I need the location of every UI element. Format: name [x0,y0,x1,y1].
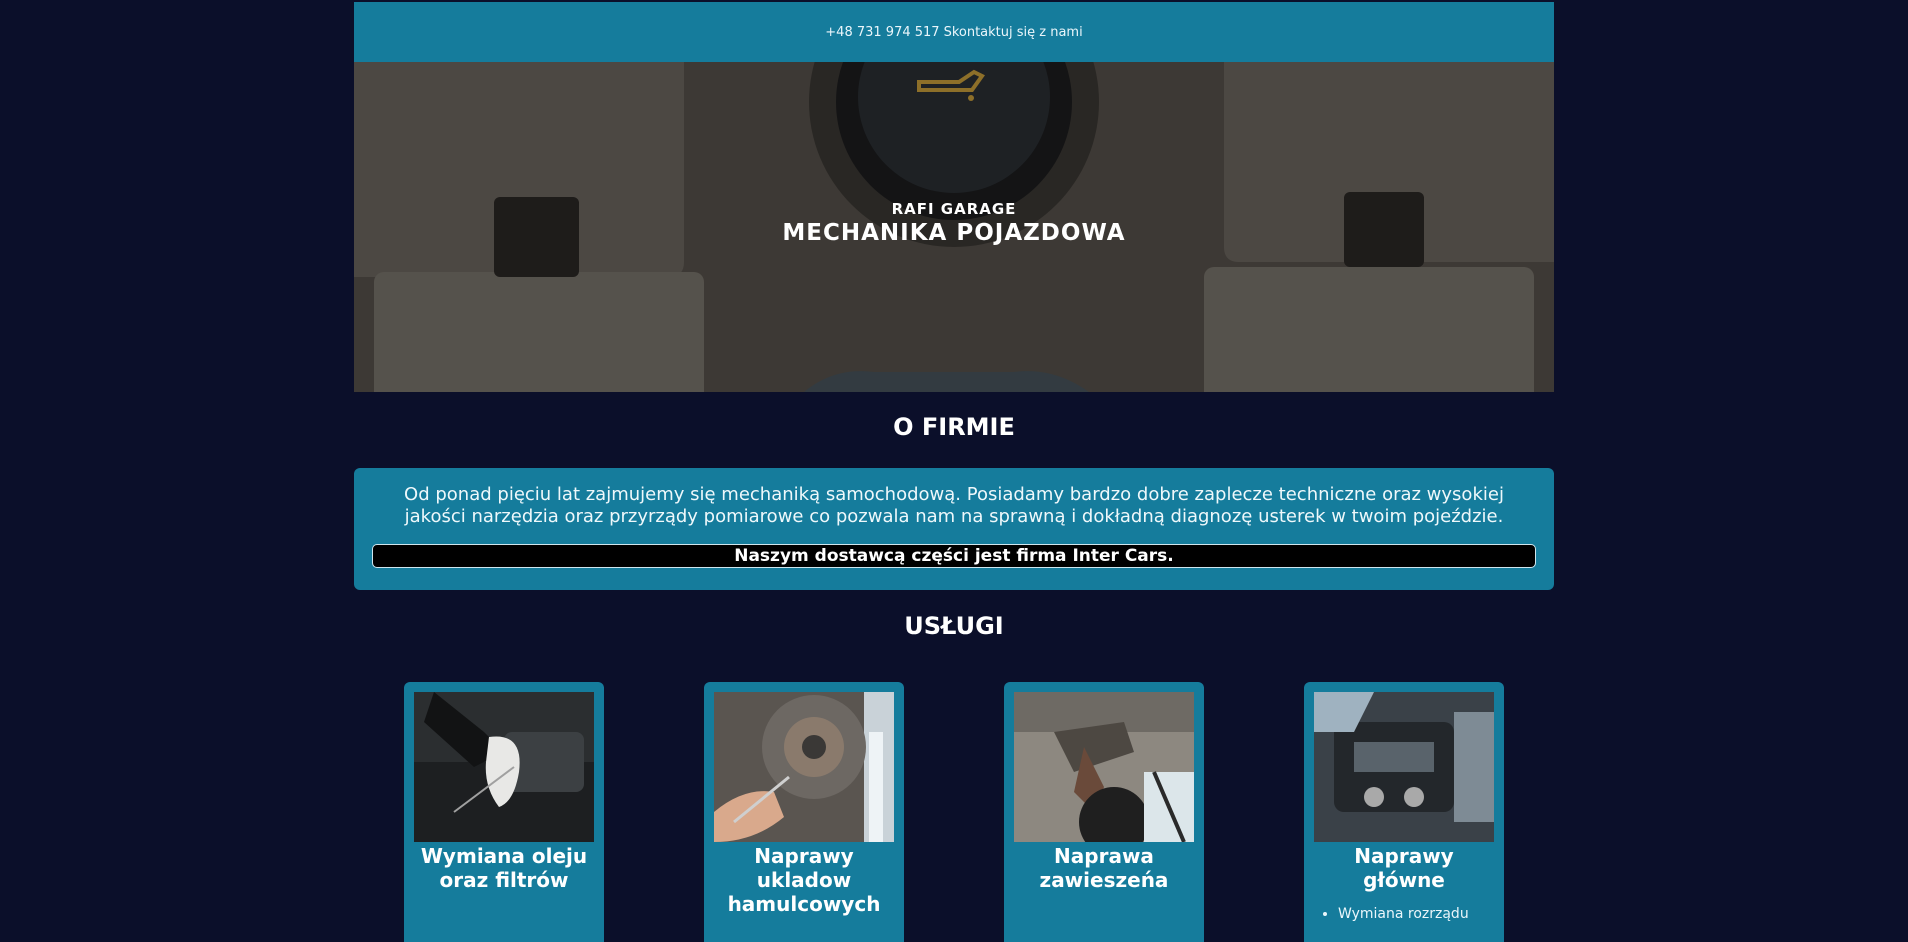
service-card-brakes[interactable]: Naprawy ukladow hamulcowych [704,682,904,942]
about-text: Od ponad pięciu lat zajmujemy się mechan… [404,484,1504,527]
hero-tagline: MECHANIKA POJAZDOWA [782,220,1126,246]
service-card-oil[interactable]: Wymiana oleju oraz filtrów [404,682,604,942]
suspension-photo [1014,692,1194,842]
service-card-suspension[interactable]: Naprawa zawieszeńa [1004,682,1204,942]
top-contact-bar: +48 731 974 517 Skontaktuj się z nami [354,2,1554,62]
supplier-note: Naszym dostawcą części jest firma Inter … [372,544,1536,568]
about-heading: O FIRMIE [893,413,1015,441]
brand-name: RAFI GARAGE [891,200,1017,218]
services-heading: USŁUGI [904,612,1004,640]
phone-link[interactable]: +48 731 974 517 [825,25,939,40]
page: +48 731 974 517 Skontaktuj się z nami RA… [354,2,1554,942]
hero-text: RAFI GARAGE MECHANIKA POJAZDOWA [354,200,1554,246]
service-title: Naprawy ukladow hamulcowych [727,844,881,916]
service-title: Wymiana oleju oraz filtrów [420,844,588,892]
service-card-major-repairs[interactable]: Naprawy główne Wymiana rozrządu [1304,682,1504,942]
oil-change-photo [414,692,594,842]
brakes-photo [714,692,894,842]
service-title: Naprawy główne [1354,844,1454,892]
services-cards: Wymiana oleju oraz filtrów Naprawy uklad… [354,682,1554,942]
hero-banner: RAFI GARAGE MECHANIKA POJAZDOWA [354,62,1554,392]
engine-bay-photo [1314,692,1494,842]
service-items-list: Wymiana rozrządu [1304,906,1504,922]
service-item: Wymiana rozrządu [1338,906,1504,922]
service-title: Naprawa zawieszeńa [1039,844,1169,892]
about-box: Od ponad pięciu lat zajmujemy się mechan… [354,468,1554,590]
contact-link[interactable]: Skontaktuj się z nami [944,25,1083,40]
